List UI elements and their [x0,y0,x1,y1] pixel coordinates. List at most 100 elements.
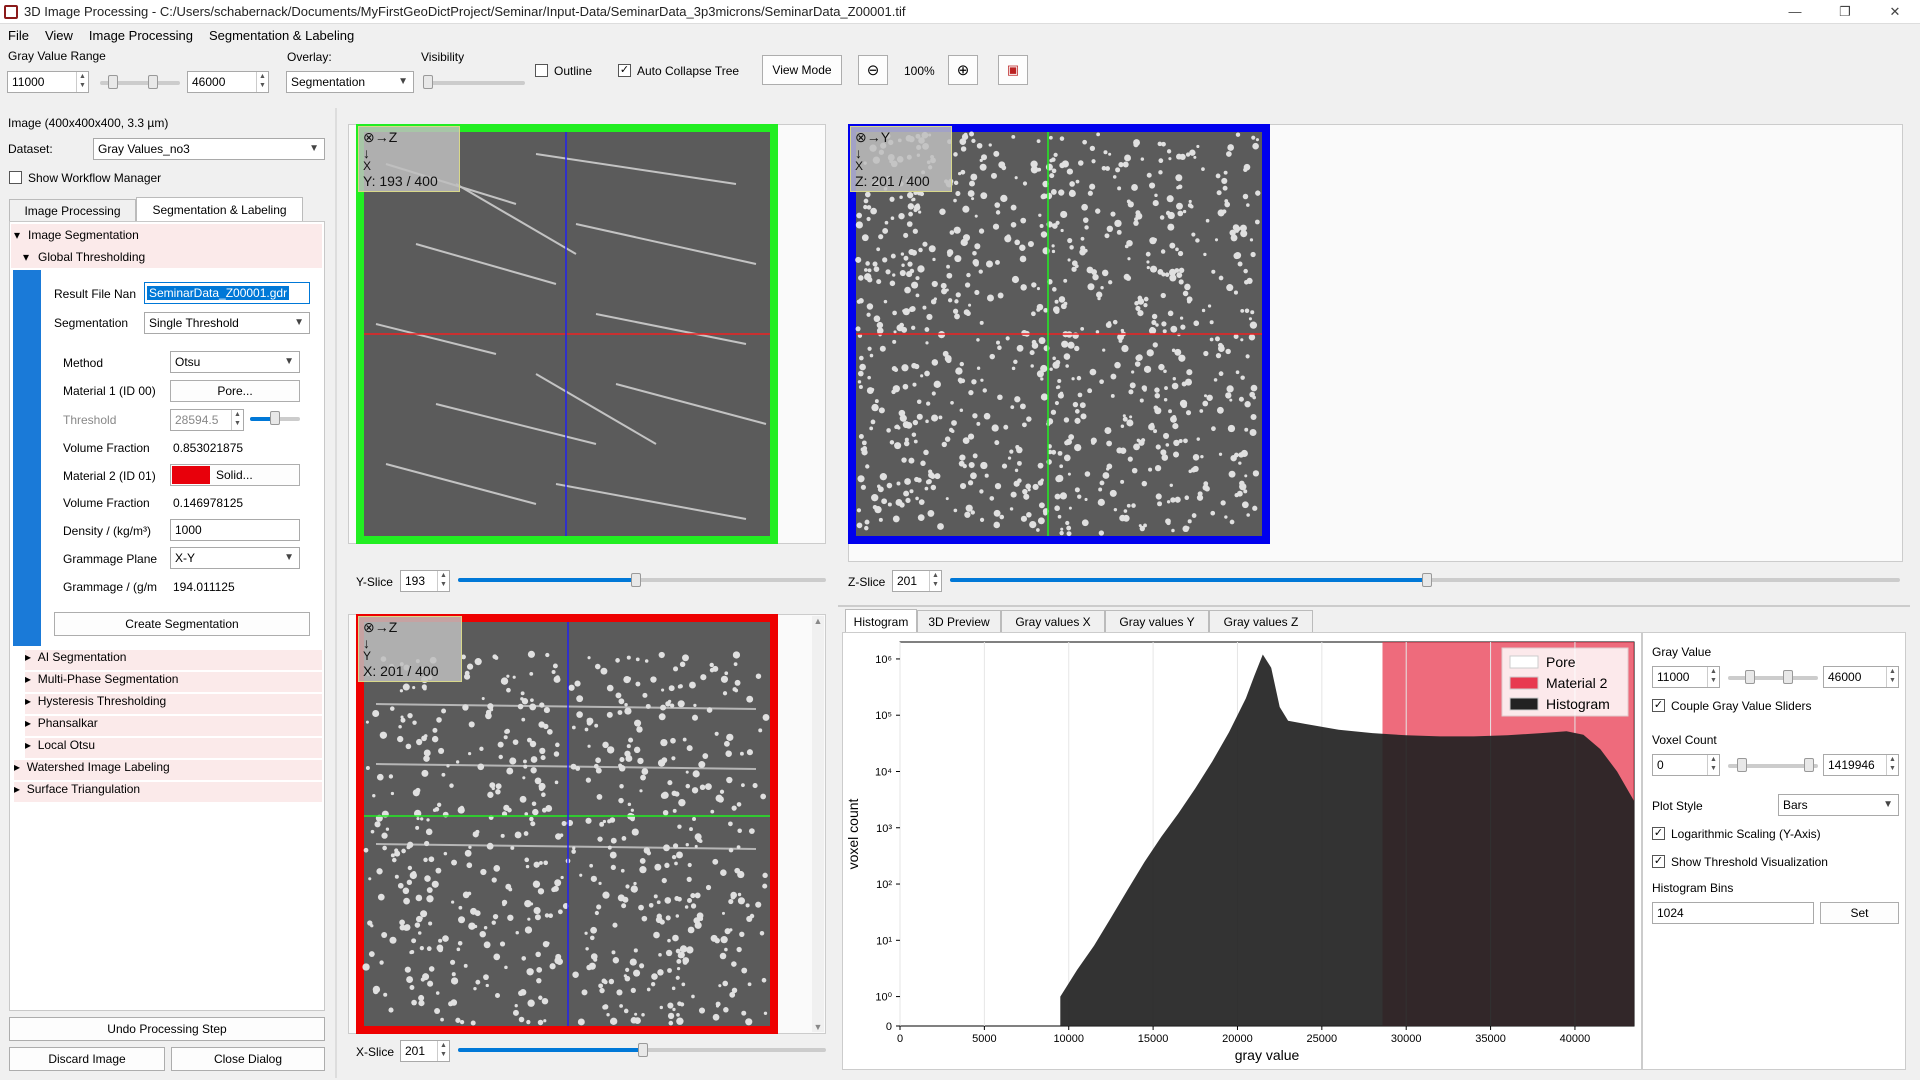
undo-button[interactable]: Undo Processing Step [9,1017,325,1041]
spin-arrows-icon[interactable]: ▲ ▼ [231,410,243,430]
spin-arrows-icon[interactable]: ▲ ▼ [1707,667,1719,687]
outline-checkbox[interactable] [535,64,548,77]
spin-arrows-icon[interactable]: ▲ ▼ [76,72,88,92]
threshold-value: 28594.5 [175,413,219,427]
auto-collapse-checkbox[interactable]: ✓ [618,64,631,77]
expand-icon[interactable]: ▾ [23,250,29,264]
tree-image-segmentation[interactable]: Image Segmentation [28,228,139,242]
spin-arrows-icon[interactable]: ▲ ▼ [1886,667,1898,687]
hp-gray-slider[interactable] [1728,676,1818,680]
gray-range-handle-high[interactable] [148,75,158,89]
screenshot-icon[interactable]: ▣ [998,55,1028,85]
material2-button[interactable]: Solid... [170,464,300,486]
workflow-checkbox[interactable] [9,171,22,184]
gray-range-handle-low[interactable] [108,75,118,89]
close-window-button[interactable]: ✕ [1870,4,1920,20]
xy-coord: Z: 201 / 400 [855,173,930,189]
splitter[interactable] [335,108,337,1078]
dataset-select[interactable]: Gray Values_no3 ▼ [93,138,325,160]
density-input[interactable]: 1000 [170,519,300,541]
tab-gray-x[interactable]: Gray values X [1001,610,1105,632]
plot-style-label: Plot Style [1652,799,1703,813]
x-slice-spinbox[interactable]: 201 ▲ ▼ [400,1040,450,1062]
z-slice-handle[interactable] [1422,573,1432,587]
zoom-out-icon[interactable]: ⊖ [858,55,888,85]
spin-arrows-icon[interactable]: ▲ ▼ [1886,755,1898,775]
tree-phansalkar[interactable]: ▸ Phansalkar [25,716,322,736]
hp-gray-handle-low[interactable] [1745,670,1755,684]
threshold-spinbox[interactable]: 28594.5 ▲ ▼ [170,409,244,431]
menu-segmentation-labeling[interactable]: Segmentation & Labeling [201,28,362,43]
scroll-up-icon[interactable]: ▲ [812,616,824,626]
close-dialog-button[interactable]: Close Dialog [171,1047,325,1071]
tab-3d-preview[interactable]: 3D Preview [917,610,1001,632]
tree-global-thresholding[interactable]: Global Thresholding [38,250,145,264]
threshold-vis-checkbox[interactable]: ✓ [1652,855,1665,868]
y-slice-handle[interactable] [631,573,641,587]
tab-segmentation-labeling[interactable]: Segmentation & Labeling [136,197,303,221]
tree-watershed[interactable]: ▸ Watershed Image Labeling [14,760,322,780]
tab-image-processing[interactable]: Image Processing [9,199,136,221]
minimize-button[interactable]: — [1770,4,1820,19]
gray-max-spinbox[interactable]: 46000 ▲ ▼ [187,71,269,93]
couple-checkbox[interactable]: ✓ [1652,699,1665,712]
histogram-chart[interactable]: 0 5000 10000 15000 20000 25000 30000 35000 40000… [842,632,1642,1070]
voxel-min-spinbox[interactable]: 0 ▲ ▼ [1652,754,1720,776]
result-file-value: SeminarData_Z00001.gdr [147,286,290,300]
tree-multi-phase[interactable]: ▸ Multi-Phase Segmentation [25,672,322,692]
create-segmentation-button[interactable]: Create Segmentation [54,612,310,636]
voxel-handle-high[interactable] [1804,758,1814,772]
view-mode-button[interactable]: View Mode [762,55,842,85]
visibility-slider[interactable] [423,81,525,85]
tree-ai-segmentation[interactable]: ▸ AI Segmentation [25,650,322,670]
log-scaling-checkbox[interactable]: ✓ [1652,827,1665,840]
x-slice-value: 201 [405,1044,426,1058]
splitter[interactable] [838,605,1910,607]
threshold-slider-handle[interactable] [270,411,280,425]
discard-image-button[interactable]: Discard Image [9,1047,165,1071]
menu-view[interactable]: View [37,28,81,43]
set-bins-button[interactable]: Set [1820,902,1899,924]
method-select[interactable]: Otsu ▼ [170,351,300,373]
y-tick-label: 10⁴ [875,766,892,778]
tree-local-otsu[interactable]: ▸ Local Otsu [25,738,322,758]
overlay-select[interactable]: Segmentation ▼ [286,71,414,93]
menu-image-processing[interactable]: Image Processing [81,28,201,43]
y-slice-value: 193 [405,574,426,588]
hp-gray-max-spinbox[interactable]: 46000 ▲ ▼ [1823,666,1899,688]
grammage-plane-select[interactable]: X-Y ▼ [170,547,300,569]
tree-surface-triangulation[interactable]: ▸ Surface Triangulation [14,782,322,802]
expand-icon[interactable]: ▾ [14,228,20,242]
menu-file[interactable]: File [0,28,37,43]
z-slice-spinbox[interactable]: 201 ▲ ▼ [892,570,942,592]
zoom-in-icon[interactable]: ⊕ [948,55,978,85]
gray-min-spinbox[interactable]: 11000 ▲ ▼ [7,71,89,93]
tab-histogram[interactable]: Histogram [845,609,917,633]
spin-arrows-icon[interactable]: ▲ ▼ [1707,755,1719,775]
scroll-down-icon[interactable]: ▼ [812,1022,824,1032]
material1-button[interactable]: Pore... [170,380,300,402]
bins-input[interactable]: 1024 [1652,902,1814,924]
y-slice-spinbox[interactable]: 193 ▲ ▼ [400,570,450,592]
spin-arrows-icon[interactable]: ▲ ▼ [929,571,941,591]
method-label: Method [63,356,104,370]
voxel-max-spinbox[interactable]: 1419946 ▲ ▼ [1823,754,1899,776]
x-slice-handle[interactable] [638,1043,648,1057]
maximize-button[interactable]: ❐ [1820,4,1870,20]
plot-style-select[interactable]: Bars ▼ [1778,794,1899,816]
auto-collapse-label: Auto Collapse Tree [637,64,740,78]
result-file-input[interactable]: SeminarData_Z00001.gdr [144,282,310,304]
tree-hysteresis[interactable]: ▸ Hysteresis Thresholding [25,694,322,714]
hp-gray-handle-high[interactable] [1783,670,1793,684]
spin-arrows-icon[interactable]: ▲ ▼ [437,571,449,591]
spin-arrows-icon[interactable]: ▲ ▼ [437,1041,449,1061]
voxel-max-value: 1419946 [1828,758,1875,772]
tab-gray-y[interactable]: Gray values Y [1105,610,1209,632]
yz-scrollbar[interactable]: ▲ ▼ [812,616,824,1032]
spin-arrows-icon[interactable]: ▲ ▼ [256,72,268,92]
voxel-handle-low[interactable] [1737,758,1747,772]
segmentation-select[interactable]: Single Threshold ▼ [144,312,310,334]
visibility-handle[interactable] [423,75,433,89]
hp-gray-min-spinbox[interactable]: 11000 ▲ ▼ [1652,666,1720,688]
tab-gray-z[interactable]: Gray values Z [1209,610,1313,632]
